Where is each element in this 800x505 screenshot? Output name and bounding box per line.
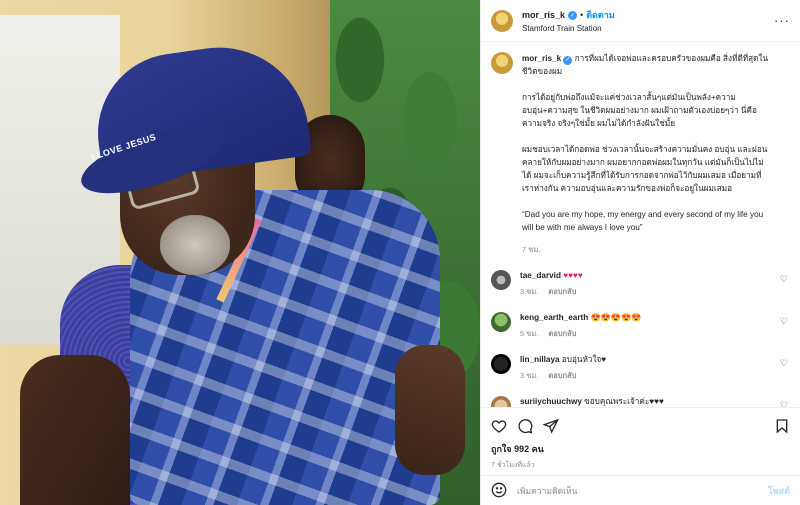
like-count[interactable]: ถูกใจ 992 คน: [491, 442, 790, 456]
more-options-icon[interactable]: ···: [774, 13, 790, 28]
comment-like-heart-icon[interactable]: ♡: [780, 358, 788, 369]
comment-time: 3 ชม.: [520, 287, 539, 296]
reply-button[interactable]: ตอบกลับ: [548, 370, 576, 382]
comment-text: ขอบคุณพระเจ้าค่ะ♥♥♥: [584, 397, 664, 406]
comment-like-heart-icon[interactable]: ♡: [780, 400, 788, 407]
post-time: 7 ชั่วโมงที่แล้ว: [491, 462, 535, 469]
photo-arm-left: [20, 355, 130, 505]
caption-verified-icon: ✓: [563, 56, 573, 65]
post-photo[interactable]: I LOVE JESUS: [0, 0, 480, 505]
comment-avatar[interactable]: [491, 270, 511, 290]
comment-username[interactable]: keng_earth_earth: [520, 313, 588, 322]
bookmark-save-icon[interactable]: [774, 418, 790, 434]
verified-badge-icon: ✓: [568, 10, 578, 20]
post-actions: ถูกใจ 992 คน 7 ชั่วโมงที่แล้ว: [481, 407, 800, 475]
separator-dot: •: [580, 10, 584, 20]
reply-button[interactable]: ตอบกลับ: [548, 328, 576, 340]
caption-paragraph-2: การได้อยู่กับพ่อถึงแม้จะแค่ช่วงเวลาสั้นๆ…: [522, 93, 757, 128]
comment-avatar[interactable]: [491, 396, 511, 407]
post-header: mor_ris_k ✓ • ติดตาม Stamford Train Stat…: [481, 0, 800, 42]
post-comment-button[interactable]: โพสต์: [768, 484, 790, 498]
caption-username[interactable]: mor_ris_k: [522, 54, 561, 63]
comment-avatar[interactable]: [491, 312, 511, 332]
share-send-icon[interactable]: [543, 418, 559, 434]
comment-time: 5 ชม.: [520, 329, 539, 338]
comment-username[interactable]: suriiychuuchwy: [520, 397, 582, 406]
follow-button[interactable]: ติดตาม: [586, 8, 615, 22]
comment-username[interactable]: lin_nillaya: [520, 355, 560, 364]
comment-text: อบอุ่นหัวใจ♥: [561, 355, 607, 364]
comment-item: tae_darvid ♥♥♥♥ 3 ชม. ตอบกลับ ♡: [491, 270, 790, 298]
caption-paragraph-4: “Dad you are my hope, my energy and ever…: [522, 210, 764, 232]
comment-text: 😍😍😍😍😍: [590, 313, 642, 322]
reply-button[interactable]: ตอบกลับ: [548, 286, 576, 298]
caption-paragraph-3: ผมชอบเวลาได้กอดพ่อ ช่วงเวลานั้นจะสร้างคว…: [522, 145, 768, 193]
photo-beard: [160, 215, 230, 275]
caption-time: 7 ชม.: [522, 245, 541, 254]
add-comment-bar: เพิ่มความคิดเห็น โพสต์: [481, 475, 800, 505]
comment-item: lin_nillaya อบอุ่นหัวใจ♥ 3 ชม. ตอบกลับ ♡: [491, 354, 790, 382]
comment-like-heart-icon[interactable]: ♡: [780, 274, 788, 285]
post-side-panel: mor_ris_k ✓ • ติดตาม Stamford Train Stat…: [480, 0, 800, 505]
comment-input[interactable]: เพิ่มความคิดเห็น: [517, 484, 577, 498]
comment-time: 3 ชม.: [520, 371, 539, 380]
comment-bubble-icon[interactable]: [517, 418, 533, 434]
comment-item: keng_earth_earth 😍😍😍😍😍 5 ชม. ตอบกลับ ♡: [491, 312, 790, 340]
location-link[interactable]: Stamford Train Station: [522, 24, 615, 33]
photo-arm-right: [395, 345, 465, 475]
comments-scroll-area[interactable]: mor_ris_k ✓ การที่ผมได้เจอพ่อและครอบครัว…: [481, 42, 800, 407]
comment-like-heart-icon[interactable]: ♡: [780, 316, 788, 327]
comment-item: suriiychuuchwy ขอบคุณพระเจ้าค่ะ♥♥♥ ♡: [491, 396, 790, 407]
caption-avatar[interactable]: [491, 52, 513, 74]
post-page: I LOVE JESUS mor_ris_k ✓ • ติดตาม Stamfo…: [0, 0, 800, 505]
author-avatar[interactable]: [491, 9, 513, 32]
comment-avatar[interactable]: [491, 354, 511, 374]
like-heart-icon[interactable]: [491, 418, 507, 434]
author-info: mor_ris_k ✓ • ติดตาม Stamford Train Stat…: [522, 8, 615, 33]
emoji-smiley-icon[interactable]: [491, 482, 507, 500]
comment-text: ♥♥♥♥: [563, 271, 583, 280]
author-username[interactable]: mor_ris_k: [522, 10, 565, 20]
post-caption: mor_ris_k ✓ การที่ผมได้เจอพ่อและครอบครัว…: [491, 52, 790, 256]
comment-username[interactable]: tae_darvid: [520, 271, 561, 280]
